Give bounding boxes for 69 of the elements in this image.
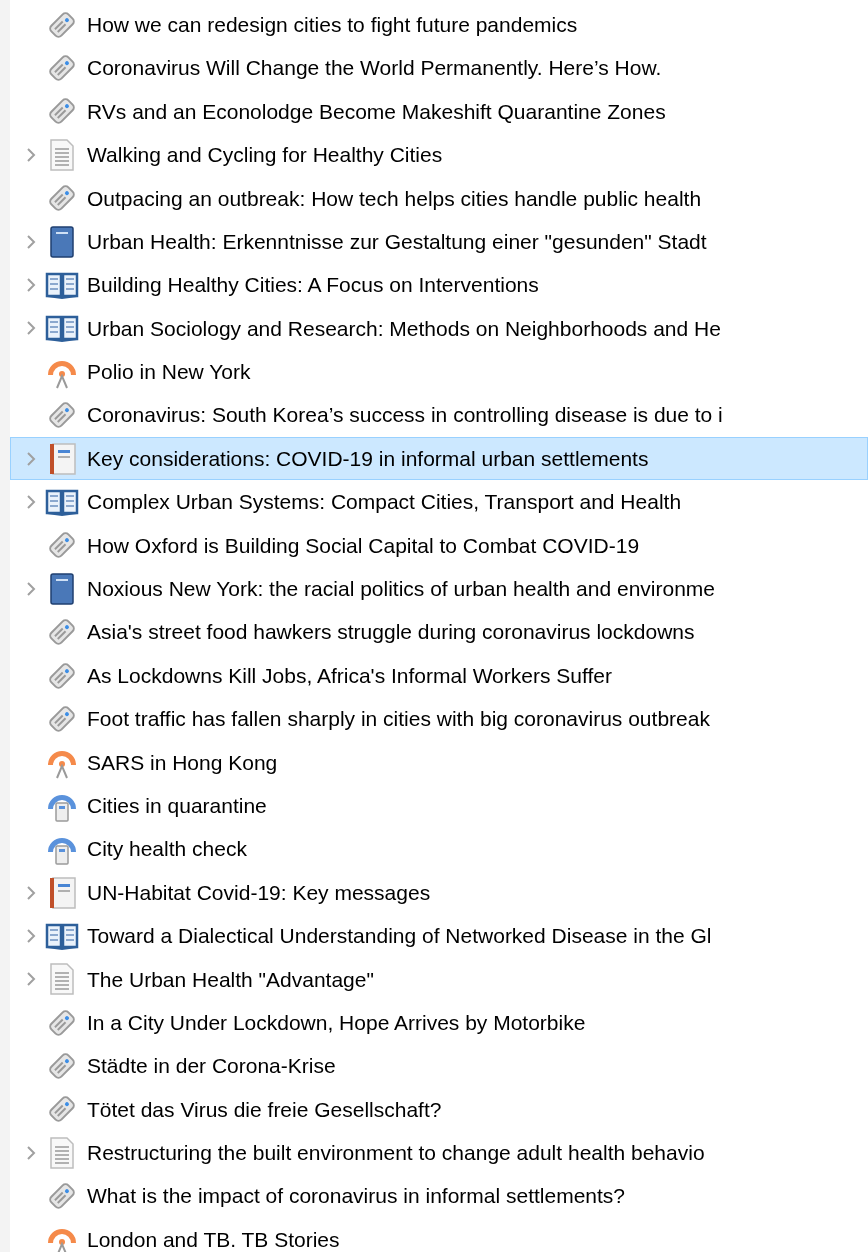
list-item[interactable]: Urban Sociology and Research: Methods on Neighborhoods and He (10, 306, 868, 351)
item-title: Asia's street food hawkers struggle during coronavirus lockdowns (87, 619, 695, 646)
item-title: London and TB. TB Stories (87, 1226, 340, 1252)
item-title: Urban Health: Erkenntnisse zur Gestaltung einer "gesunden" Stadt (87, 228, 707, 255)
list-item[interactable]: Städte in der Corona-Krise (10, 1044, 868, 1088)
chevron-icon[interactable] (26, 927, 36, 944)
list-item[interactable]: Tötet das Virus die freie Gesellschaft? (10, 1087, 868, 1132)
item-title: Complex Urban Systems: Compact Cities, Transport and Health (87, 489, 682, 516)
list-item[interactable]: Urban Health: Erkenntnisse zur Gestaltung einer "gesunden" Stadt (10, 219, 868, 264)
item-title: UN-Habitat Covid-19: Key messages (87, 879, 431, 906)
item-title: Walking and Cycling for Healthy Cities (87, 142, 443, 169)
list-item[interactable]: In a City Under Lockdown, Hope Arrives by Motorbike (10, 1001, 868, 1045)
item-title: Polio in New York (87, 359, 251, 386)
list-item[interactable]: Coronavirus: South Korea’s success in controlling disease is due to i (10, 393, 868, 437)
item-title: What is the impact of coronavirus in informal settlements? (87, 1183, 626, 1210)
item-title: Outpacing an outbreak: How tech helps cities handle public health (87, 185, 702, 212)
item-title: Tötet das Virus die freie Gesellschaft? (87, 1096, 442, 1123)
item-title: City health check (87, 836, 247, 863)
chevron-icon[interactable] (26, 277, 36, 294)
list-item[interactable]: Asia's street food hawkers struggle during coronavirus lockdowns (10, 610, 868, 654)
chevron-icon[interactable] (26, 450, 36, 467)
item-title: Noxious New York: the racial politics of urban health and environme (87, 576, 716, 602)
item-title: RVs and an Econolodge Become Makeshift Quarantine Zones (87, 98, 666, 125)
item-title: As Lockdowns Kill Jobs, Africa's Informal Workers Suffer (87, 662, 612, 689)
list-item[interactable]: As Lockdowns Kill Jobs, Africa's Informal Workers Suffer (10, 653, 868, 698)
item-title: How Oxford is Building Social Capital to Combat COVID-19 (87, 532, 640, 559)
list-item[interactable]: What is the impact of coronavirus in informal settlements? (10, 1174, 868, 1218)
list-item[interactable]: How Oxford is Building Social Capital to Combat COVID-19 (10, 523, 868, 568)
item-title: Restructuring the built environment to change adult health behavio (87, 1140, 705, 1167)
list-item[interactable]: UN-Habitat Covid-19: Key messages (10, 870, 868, 915)
list-item[interactable]: Coronavirus Will Change the World Permanently. Here’s How. (10, 46, 868, 90)
item-title: Städte in der Corona-Krise (87, 1053, 336, 1080)
item-title: SARS in Hong Kong (87, 749, 278, 776)
chevron-icon[interactable] (26, 494, 36, 510)
item-title: Building Healthy Cities: A Focus on Interventions (87, 272, 539, 299)
list-item[interactable]: Cities in quarantine (10, 784, 868, 828)
list-item[interactable]: Foot traffic has fallen sharply in cities with big coronavirus outbreak (10, 697, 868, 741)
list-item[interactable]: Toward a Dialectical Understanding of Networked Disease in the Gl (10, 914, 868, 958)
chevron-icon[interactable] (26, 1144, 36, 1161)
chevron-icon[interactable] (26, 971, 36, 988)
item-title: Coronavirus Will Change the World Permanently. Here’s How. (87, 55, 662, 82)
list-item[interactable]: Restructuring the built environment to change adult health behavio (10, 1131, 868, 1175)
chevron-icon[interactable] (26, 580, 36, 597)
item-title: Toward a Dialectical Understanding of Networked Disease in the Gl (87, 923, 712, 950)
item-title: Key considerations: COVID-19 in informal urban settlements (87, 445, 649, 472)
list-item[interactable]: City health check (10, 827, 868, 871)
list-item[interactable]: How we can redesign cities to fight future pandemics (10, 3, 868, 47)
list-item[interactable]: Polio in New York (10, 350, 868, 394)
list-item[interactable]: Outpacing an outbreak: How tech helps cities handle public health (10, 176, 868, 220)
list-item[interactable]: London and TB. TB Stories (10, 1217, 868, 1252)
chevron-icon[interactable] (26, 146, 36, 163)
chevron-icon[interactable] (26, 884, 36, 901)
item-title: Urban Sociology and Research: Methods on Neighborhoods and He (87, 315, 721, 342)
item-title: Foot traffic has fallen sharply in cities with big coronavirus outbreak (87, 706, 710, 733)
list-item[interactable]: RVs and an Econolodge Become Makeshift Quarantine Zones (10, 89, 868, 134)
list-item[interactable]: SARS in Hong Kong (10, 740, 868, 785)
list-item[interactable]: Walking and Cycling for Healthy Cities (10, 133, 868, 177)
item-title: Coronavirus: South Korea’s success in controlling disease is due to i (87, 402, 723, 429)
item-title: The Urban Health "Advantage" (87, 966, 374, 993)
item-title: In a City Under Lockdown, Hope Arrives by Motorbike (87, 1009, 586, 1036)
list-item[interactable]: Key considerations: COVID-19 in informal urban settlements (10, 436, 868, 481)
item-title: Cities in quarantine (87, 792, 267, 819)
list-item[interactable]: The Urban Health "Advantage" (10, 957, 868, 1001)
list-item[interactable]: Complex Urban Systems: Compact Cities, Transport and Health (10, 480, 868, 524)
chevron-icon[interactable] (26, 233, 36, 250)
item-title: How we can redesign cities to fight future pandemics (87, 11, 578, 38)
chevron-icon[interactable] (26, 320, 36, 337)
list-item[interactable]: Noxious New York: the racial politics of urban health and environme (10, 567, 868, 611)
list-item[interactable]: Building Healthy Cities: A Focus on Interventions (10, 263, 868, 307)
